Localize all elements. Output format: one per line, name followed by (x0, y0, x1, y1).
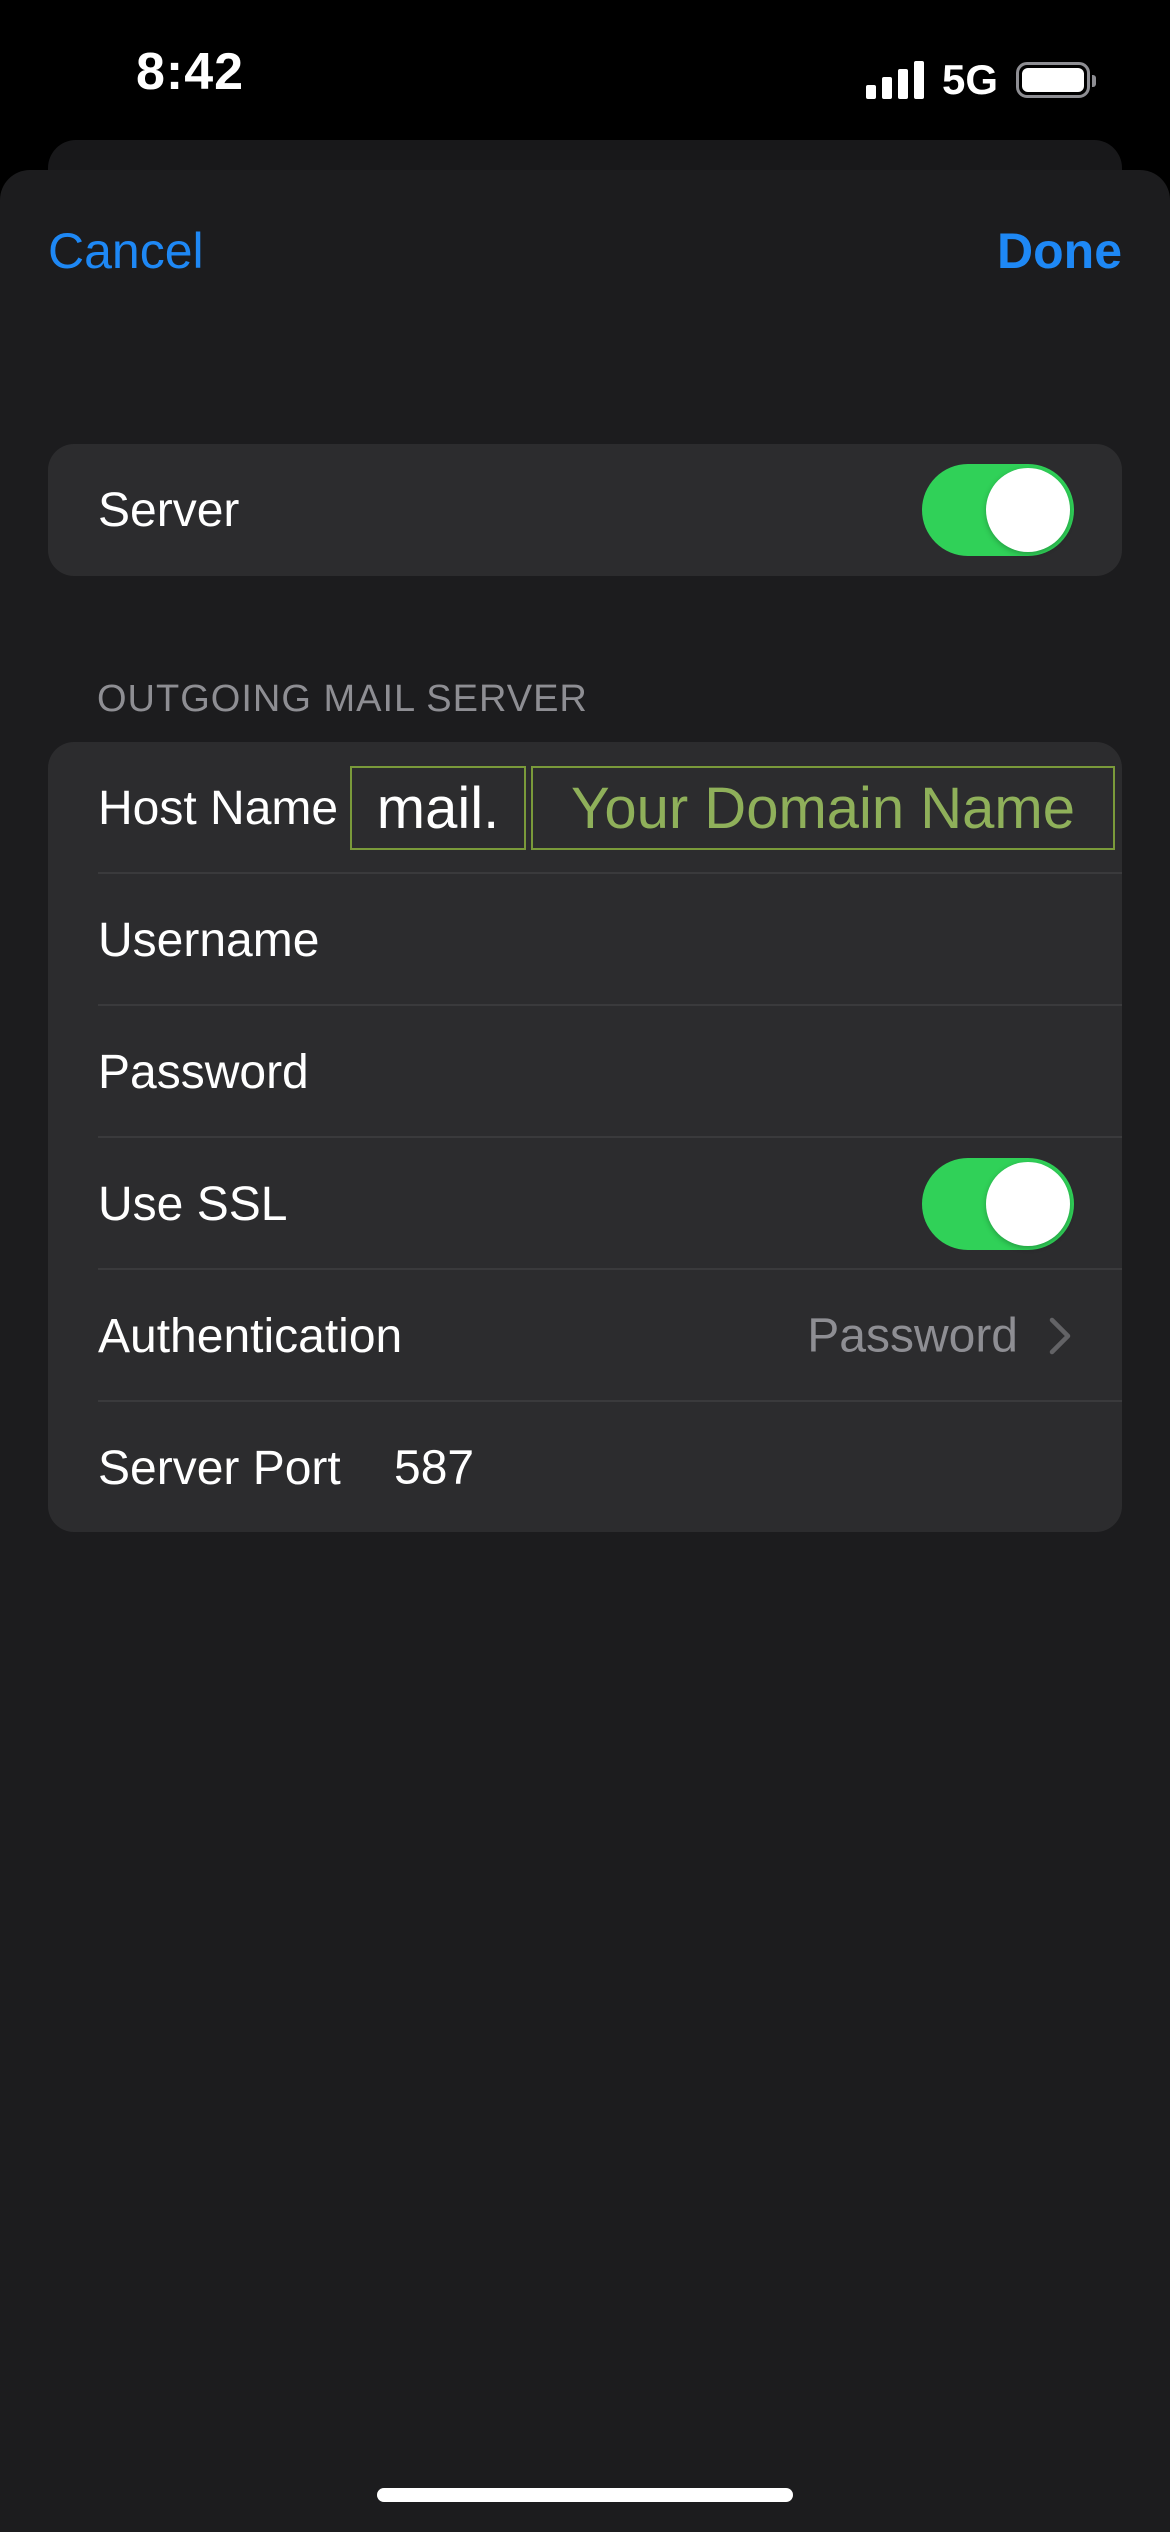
use-ssl-toggle[interactable] (922, 1158, 1074, 1250)
done-button[interactable]: Done (997, 222, 1122, 280)
host-domain-placeholder: Your Domain Name (531, 766, 1115, 850)
username-row[interactable]: Username (48, 874, 1122, 1006)
section-header: OUTGOING MAIL SERVER (97, 678, 588, 720)
status-bar: 8:42 5G (0, 0, 1170, 150)
network-label: 5G (941, 56, 998, 103)
server-row: Server (48, 444, 1122, 576)
server-group: Server (48, 444, 1122, 576)
account-settings-sheet: Cancel Done Server OUTGOING MAIL SERVER … (0, 170, 1170, 2532)
status-time: 8:42 (136, 43, 245, 101)
host-name-field[interactable]: mail. Your Domain Name (350, 766, 1115, 850)
password-label: Password (98, 1045, 309, 1099)
cancel-button[interactable]: Cancel (48, 222, 204, 280)
server-toggle-knob (986, 468, 1070, 552)
server-port-row[interactable]: Server Port 587 (48, 1402, 1122, 1532)
username-label: Username (98, 913, 320, 967)
use-ssl-row: Use SSL (48, 1138, 1122, 1270)
host-prefix: mail. (350, 766, 526, 850)
use-ssl-label: Use SSL (98, 1177, 288, 1231)
outgoing-mail-server-group: Host Name mail. Your Domain Name Usernam… (48, 742, 1122, 1532)
signal-icon (865, 61, 924, 99)
host-name-label: Host Name (98, 781, 339, 835)
server-port-value[interactable]: 587 (394, 1441, 474, 1496)
password-row[interactable]: Password (48, 1006, 1122, 1138)
host-name-row[interactable]: Host Name mail. Your Domain Name (48, 742, 1122, 874)
chevron-right-icon (1049, 1317, 1071, 1355)
use-ssl-toggle-knob (986, 1162, 1070, 1246)
server-port-label: Server Port (98, 1441, 341, 1495)
authentication-row[interactable]: Authentication Password (48, 1270, 1122, 1402)
server-toggle[interactable] (922, 464, 1074, 556)
authentication-value: Password (807, 1309, 1018, 1363)
screen: 8:42 5G Cancel Done Server OUTGOING MAIL… (0, 0, 1170, 2532)
status-icons: 5G (865, 56, 1096, 104)
home-indicator[interactable] (377, 2488, 793, 2502)
authentication-label: Authentication (98, 1309, 403, 1363)
server-label: Server (98, 483, 240, 537)
battery-icon (1016, 62, 1096, 98)
